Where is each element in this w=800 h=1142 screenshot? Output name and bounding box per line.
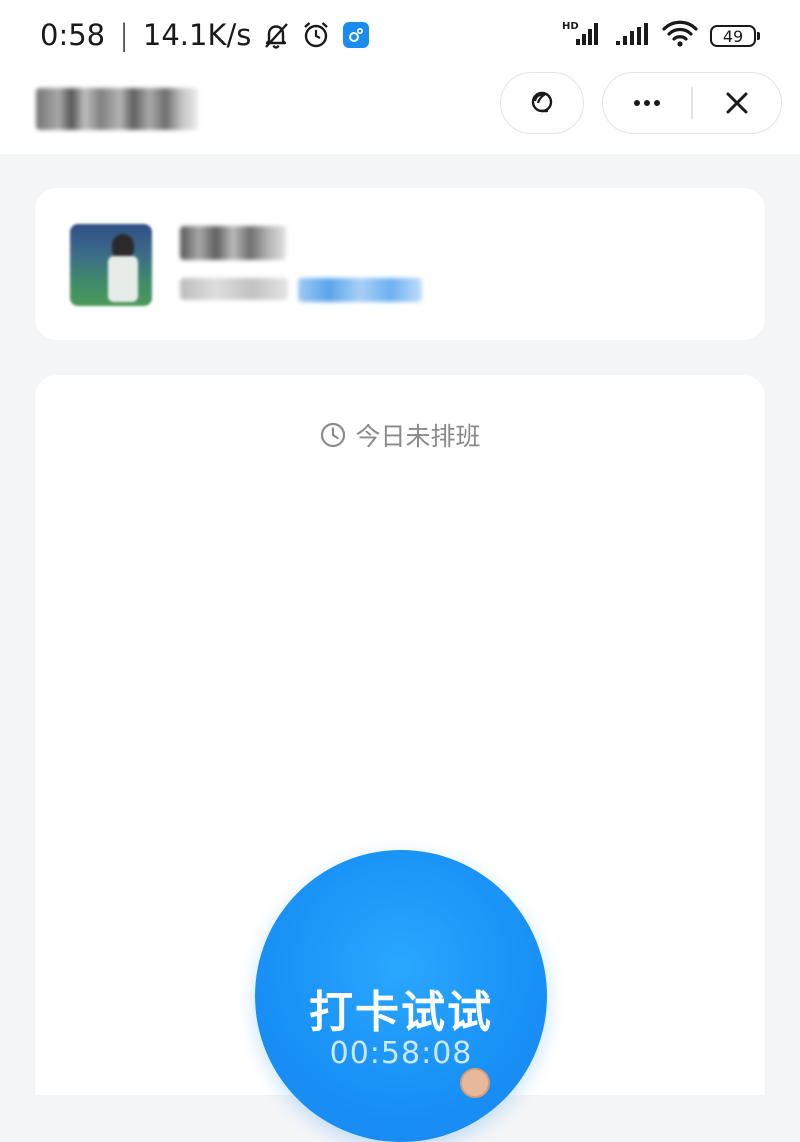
schedule-status: 今日未排班	[35, 417, 765, 453]
bell-off-icon	[261, 20, 291, 50]
schedule-status-text: 今日未排班	[355, 422, 481, 451]
profile-subtitle-blurred	[180, 278, 422, 302]
punch-in-label: 打卡试试	[309, 987, 493, 1038]
more-dots-icon	[634, 100, 661, 106]
profile-subtitle-gray-blurred	[180, 278, 288, 300]
status-bar-left: 0:58 | 14.1K/s	[40, 14, 370, 56]
tap-hint-icon	[460, 1068, 490, 1098]
clock-icon	[321, 422, 346, 448]
status-bar: 0:58 | 14.1K/s HD 49	[0, 0, 800, 70]
network-speed: 14.1K/s	[142, 18, 252, 52]
hd-signal-icon: HD	[562, 19, 602, 53]
signal-icon	[614, 19, 650, 53]
profile-name-blurred	[180, 226, 286, 260]
customer-service-button[interactable]	[500, 72, 584, 134]
avatar	[70, 224, 152, 306]
alarm-clock-icon	[301, 20, 331, 50]
status-bar-right: HD 49	[562, 18, 760, 54]
battery-level: 49	[722, 26, 744, 46]
close-icon	[726, 92, 748, 114]
more-button[interactable]	[603, 73, 691, 133]
battery-icon: 49	[710, 25, 760, 47]
punch-in-button[interactable]: 打卡试试 00:58:08	[255, 850, 547, 1142]
status-time: 0:58	[40, 18, 106, 52]
wifi-icon	[662, 19, 698, 53]
mini-program-capsule	[602, 72, 782, 134]
page-title-blurred	[36, 88, 198, 130]
avatar-figure-body	[108, 256, 138, 302]
profile-card	[35, 188, 765, 340]
svg-text:HD: HD	[562, 21, 579, 32]
close-button[interactable]	[693, 73, 781, 133]
app-notification-icon	[343, 22, 370, 48]
status-separator: |	[119, 18, 129, 52]
mini-program-header	[0, 70, 800, 154]
punch-in-time: 00:58:08	[329, 1036, 473, 1071]
profile-subtitle-link-blurred[interactable]	[298, 278, 422, 302]
avatar-figure-head	[112, 234, 134, 258]
headset-service-icon	[531, 91, 553, 113]
